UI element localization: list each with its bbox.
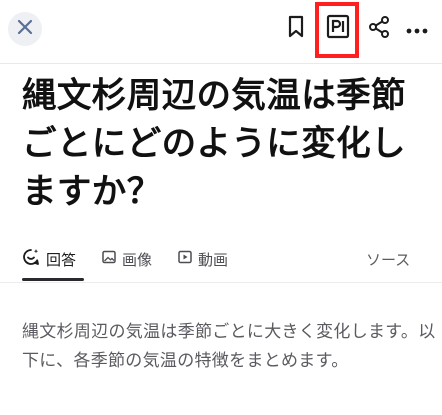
result-tabs: 回答 画像 動画 ソース — [0, 236, 442, 282]
top-toolbar — [0, 0, 442, 64]
close-icon — [16, 18, 34, 40]
bookmark-button[interactable] — [283, 15, 309, 43]
close-button[interactable] — [8, 12, 42, 46]
more-icon — [406, 20, 428, 39]
reader-view-icon — [326, 14, 350, 44]
play-icon — [178, 250, 192, 268]
tab-answer[interactable]: 回答 — [22, 244, 76, 274]
question-title: 縄文杉周辺の気温は季節ごとにどのように変化しますか？ — [22, 76, 406, 212]
share-button[interactable] — [366, 16, 392, 42]
tab-images[interactable]: 画像 — [102, 244, 152, 274]
reader-view-button[interactable] — [325, 14, 351, 44]
image-icon — [102, 250, 116, 268]
share-icon — [367, 15, 391, 43]
sparkle-chat-icon — [22, 248, 40, 270]
tab-videos[interactable]: 動画 — [178, 244, 228, 274]
bookmark-icon — [286, 15, 306, 43]
active-tab-indicator — [22, 278, 84, 281]
answer-text: 縄文杉周辺の気温は季節ごとに大きく変化します。以下に、各季節の気温の特徴をまとめ… — [22, 322, 436, 371]
tab-sources[interactable]: ソース — [366, 244, 410, 274]
tab-videos-label: 動画 — [198, 250, 229, 269]
more-button[interactable] — [404, 16, 430, 42]
tab-images-label: 画像 — [122, 250, 153, 269]
tab-sources-label: ソース — [366, 250, 411, 269]
tabs-divider — [0, 282, 442, 283]
tab-answer-label: 回答 — [46, 250, 77, 269]
